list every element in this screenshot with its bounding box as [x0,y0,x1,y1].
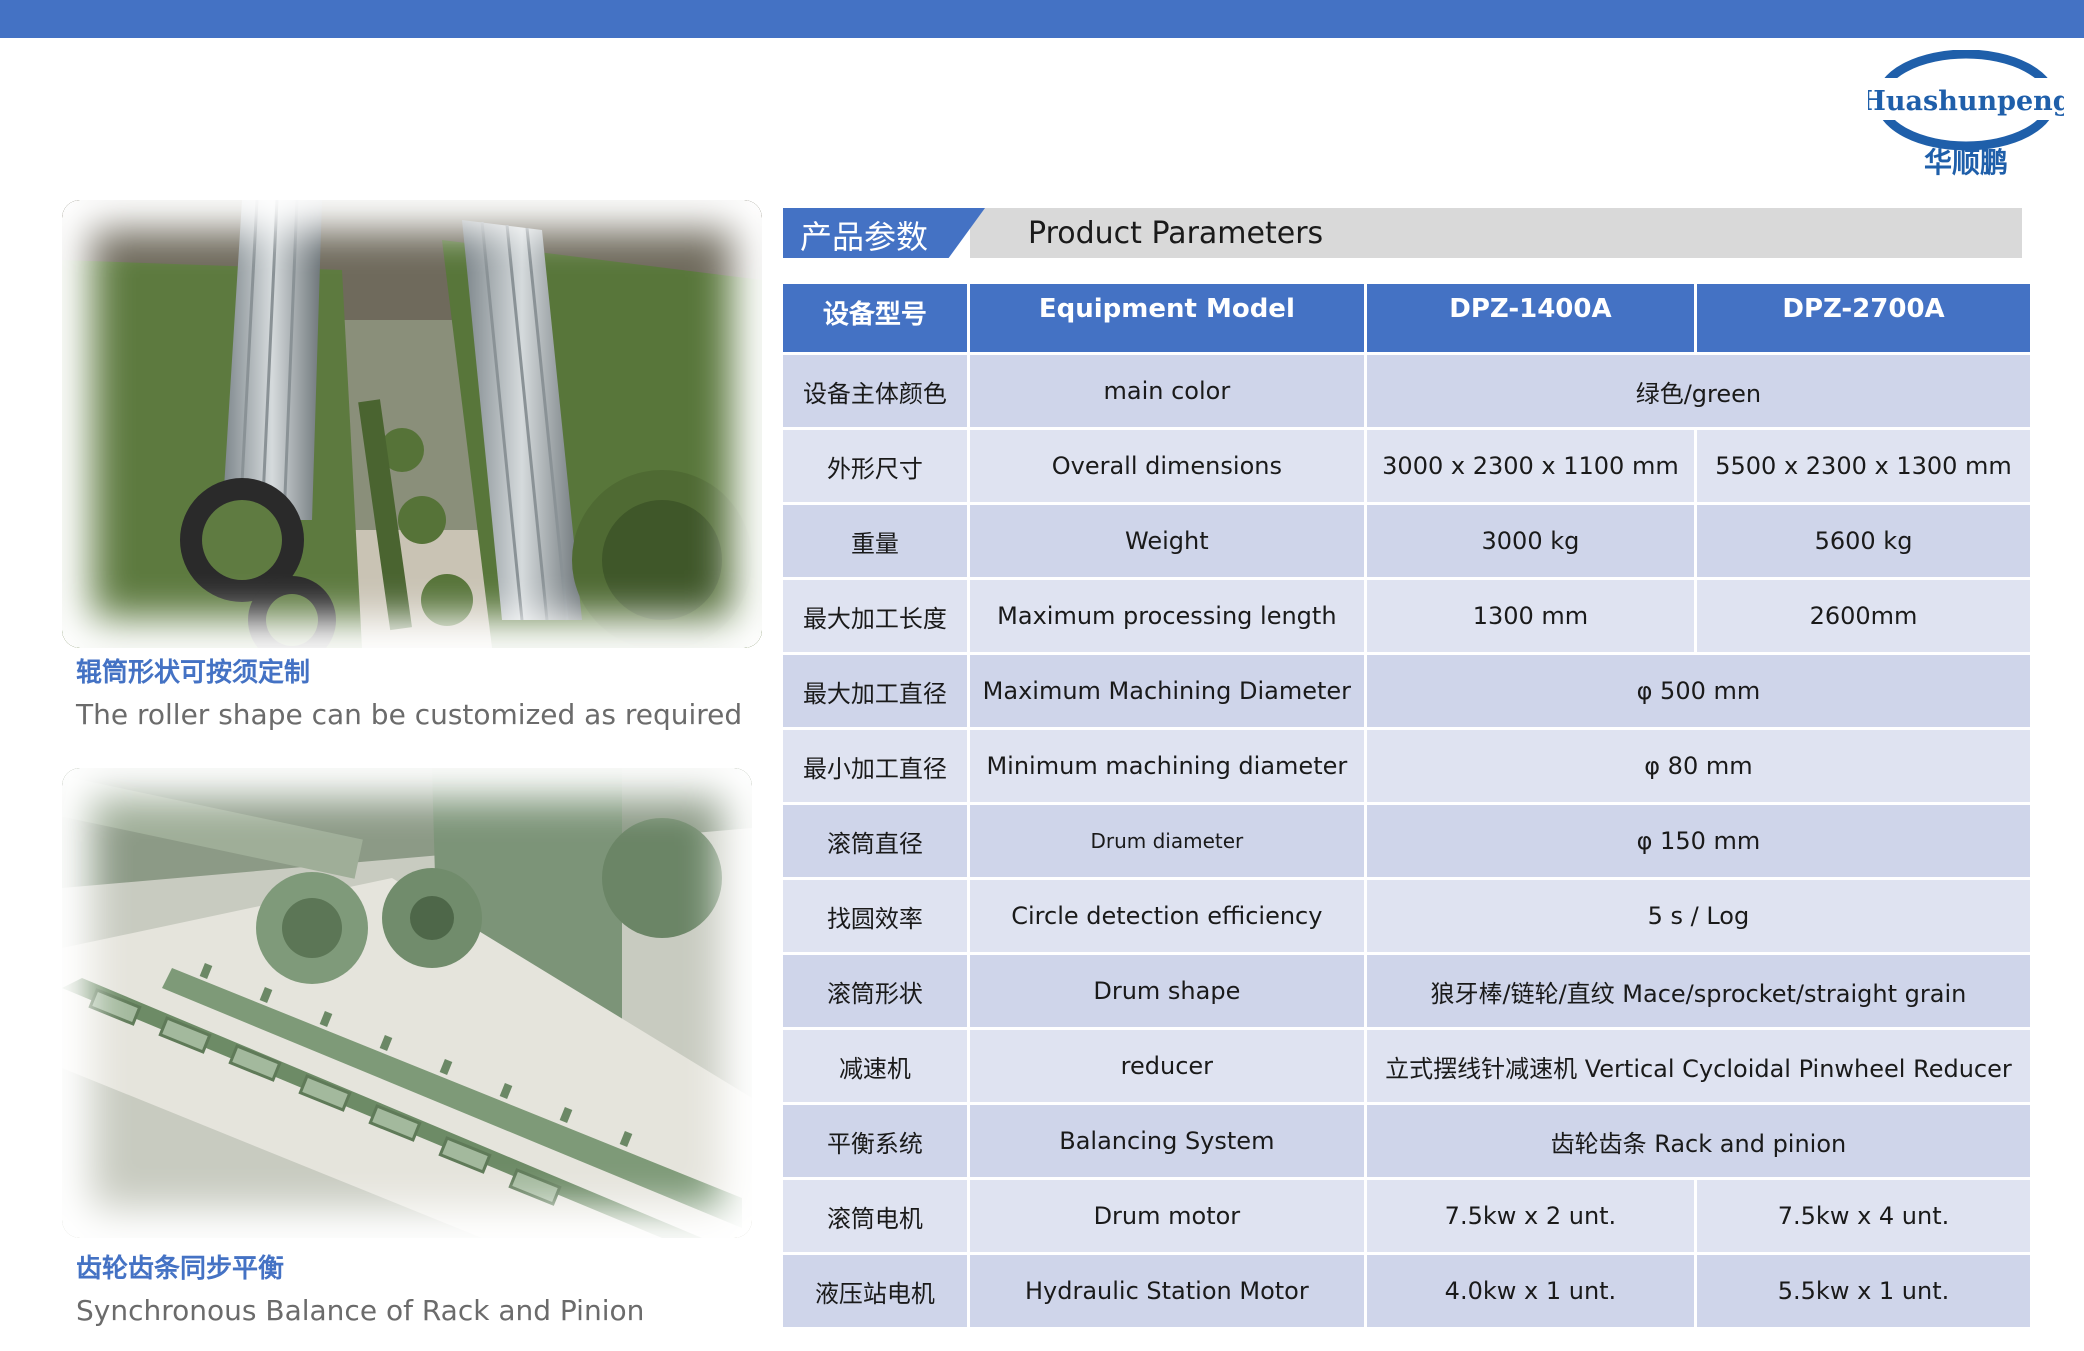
logo-emblem-icon: Huashunpeng 华顺鹏 [1868,50,2064,179]
param-cn: 滚筒直径 [783,805,967,877]
param-en: main color [969,355,1364,427]
param-cn: 找圆效率 [783,880,967,952]
param-cn: 外形尺寸 [783,430,967,502]
param-cn: 最大加工直径 [783,655,967,727]
param-value: 立式摆线针减速机 Vertical Cycloidal Pinwheel Red… [1366,1030,2030,1102]
param-en: Maximum Machining Diameter [969,655,1364,727]
table-row: 重量 Weight 3000 kg 5600 kg [783,505,2030,577]
param-en: Maximum processing length [969,580,1364,652]
param-cn: 设备主体颜色 [783,355,967,427]
photo-2-caption-en: Synchronous Balance of Rack and Pinion [76,1294,645,1327]
param-value: 5 s / Log [1366,880,2030,952]
photo-1-caption-cn: 辊筒形状可按须定制 [76,658,311,688]
table-row: 滚筒电机 Drum motor 7.5kw x 2 unt. 7.5kw x 4… [783,1180,2030,1252]
parameters-table: 设备型号 Equipment Model DPZ-1400A DPZ-2700A… [780,281,2033,1330]
param-value: 4.0kw x 1 unt. [1366,1255,1695,1327]
param-value: 5.5kw x 1 unt. [1697,1255,2030,1327]
param-value: 7.5kw x 2 unt. [1366,1180,1695,1252]
param-value: 1300 mm [1366,580,1695,652]
photo-1-caption-en: The roller shape can be customized as re… [76,698,743,731]
param-cn: 最小加工直径 [783,730,967,802]
param-cn: 滚筒形状 [783,955,967,1027]
param-cn: 滚筒电机 [783,1180,967,1252]
page: Huashunpeng 华顺鹏 辊筒形状可按须定制 The roller sha… [0,0,2084,1351]
header-cell: 设备型号 [783,284,967,352]
param-value: 3000 x 2300 x 1100 mm [1366,430,1695,502]
header-cell: DPZ-2700A [1697,284,2030,352]
param-en: Drum shape [969,955,1364,1027]
param-en: Overall dimensions [969,430,1364,502]
param-en: reducer [969,1030,1364,1102]
photo-2-caption-cn: 齿轮齿条同步平衡 [76,1254,285,1284]
param-value: 狼牙棒/链轮/直纹 Mace/sprocket/straight grain [1366,955,2030,1027]
param-value: φ 80 mm [1366,730,2030,802]
logo-text-en: Huashunpeng [1868,86,2064,117]
param-cn: 重量 [783,505,967,577]
table-row: 找圆效率 Circle detection efficiency 5 s / L… [783,880,2030,952]
rack-pinion-photo [62,768,752,1238]
table-header-row: 设备型号 Equipment Model DPZ-1400A DPZ-2700A [783,284,2030,352]
param-en: Drum diameter [969,805,1364,877]
param-value: 7.5kw x 4 unt. [1697,1180,2030,1252]
param-value: 绿色/green [1366,355,2030,427]
table-row: 设备主体颜色 main color 绿色/green [783,355,2030,427]
param-value: 2600mm [1697,580,2030,652]
param-value: 5500 x 2300 x 1300 mm [1697,430,2030,502]
brand-logo: Huashunpeng 华顺鹏 [1868,50,2064,182]
header-cell: DPZ-1400A [1366,284,1695,352]
logo-text-cn: 华顺鹏 [1924,146,2008,179]
param-en: Circle detection efficiency [969,880,1364,952]
param-value: 齿轮齿条 Rack and pinion [1366,1105,2030,1177]
table-row: 减速机 reducer 立式摆线针减速机 Vertical Cycloidal … [783,1030,2030,1102]
section-title-en: Product Parameters [1028,216,1324,251]
param-value: φ 150 mm [1366,805,2030,877]
section-title-cn: 产品参数 [800,218,929,256]
roller-machine-photo [62,200,762,648]
table-row: 外形尺寸 Overall dimensions 3000 x 2300 x 11… [783,430,2030,502]
param-en: Drum motor [969,1180,1364,1252]
param-value: 5600 kg [1697,505,2030,577]
param-en: Hydraulic Station Motor [969,1255,1364,1327]
table-row: 最大加工直径 Maximum Machining Diameter φ 500 … [783,655,2030,727]
param-value: 3000 kg [1366,505,1695,577]
param-en: Minimum machining diameter [969,730,1364,802]
param-en: Weight [969,505,1364,577]
param-cn: 液压站电机 [783,1255,967,1327]
table-row: 平衡系统 Balancing System 齿轮齿条 Rack and pini… [783,1105,2030,1177]
param-value: φ 500 mm [1366,655,2030,727]
table-row: 最小加工直径 Minimum machining diameter φ 80 m… [783,730,2030,802]
param-cn: 平衡系统 [783,1105,967,1177]
table-row: 滚筒直径 Drum diameter φ 150 mm [783,805,2030,877]
param-cn: 减速机 [783,1030,967,1102]
param-cn: 最大加工长度 [783,580,967,652]
top-color-bar [0,0,2084,38]
header-cell: Equipment Model [969,284,1364,352]
param-en: Balancing System [969,1105,1364,1177]
table-row: 滚筒形状 Drum shape 狼牙棒/链轮/直纹 Mace/sprocket/… [783,955,2030,1027]
table-row: 液压站电机 Hydraulic Station Motor 4.0kw x 1 … [783,1255,2030,1327]
table-row: 最大加工长度 Maximum processing length 1300 mm… [783,580,2030,652]
